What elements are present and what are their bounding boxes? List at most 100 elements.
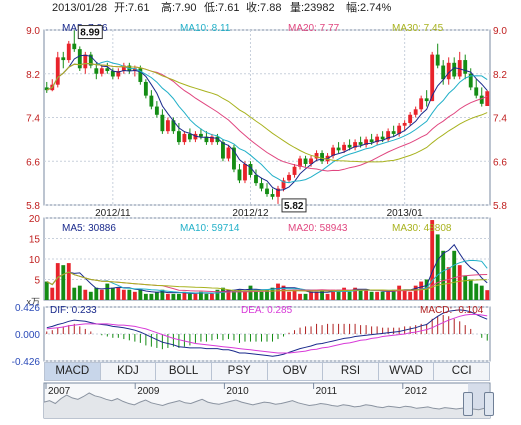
header-open: 开:7.61 [114, 2, 149, 14]
candle-body [226, 147, 231, 159]
volume-bar [375, 291, 380, 300]
volume-bar [408, 291, 413, 300]
candle-body [287, 174, 291, 181]
navigator-year: 2009 [137, 386, 160, 397]
candle-body [66, 43, 71, 61]
candle-body [485, 91, 490, 107]
volume-tick: 20 [29, 214, 41, 225]
volume-bar [143, 293, 148, 300]
volume-bar [138, 289, 143, 300]
volume-bar [88, 291, 93, 300]
tab-wvad[interactable]: WVAD [378, 362, 435, 381]
tab-macd[interactable]: MACD [44, 362, 101, 381]
macd-tick: -0.426 [12, 357, 41, 368]
volume-bar [463, 275, 468, 300]
volume-legend-ma5: MA5: 30886 [62, 223, 116, 234]
volume-bar [309, 291, 313, 300]
volume-bar [419, 281, 424, 300]
volume-bar [160, 289, 165, 300]
candle-body [336, 147, 341, 151]
volume-bar [132, 291, 137, 300]
tab-psy[interactable]: PSY [211, 362, 268, 381]
volume-bar [479, 285, 484, 300]
volume-bar [276, 283, 280, 300]
candle-body [105, 68, 110, 72]
candle-body [402, 122, 407, 126]
volume-tick: 10 [29, 255, 41, 266]
candle-body [419, 98, 424, 110]
volume-bar [364, 289, 369, 300]
tab-cci[interactable]: CCI [434, 362, 490, 381]
price-panel-frame [43, 29, 491, 206]
volume-bar [303, 293, 308, 300]
candle-body [347, 144, 352, 148]
volume-bar [204, 293, 209, 300]
price-tick-left: 6.6 [26, 157, 40, 168]
volume-bar [435, 234, 440, 300]
navigator-right-handle[interactable] [484, 392, 494, 416]
candle-body [221, 142, 225, 159]
candle-body [165, 120, 170, 132]
navigator-year: 2007 [48, 386, 71, 397]
candle-body [77, 49, 82, 69]
volume-bar [474, 283, 479, 300]
candle-body [176, 131, 181, 143]
volume-bar [193, 293, 198, 300]
volume-bar [243, 291, 247, 300]
volume-bar [187, 293, 192, 300]
volume-bar [468, 279, 473, 300]
price-tick-right: 5.8 [493, 201, 507, 212]
tab-rsi[interactable]: RSI [323, 362, 379, 381]
candle-body [99, 68, 104, 74]
price-tick-right: 6.6 [493, 157, 507, 168]
candle-body [441, 65, 446, 80]
volume-bar [94, 287, 99, 300]
tab-kdj[interactable]: KDJ [100, 362, 157, 381]
header-close: 收:7.88 [246, 0, 281, 14]
candle-body [265, 188, 269, 195]
header-change: 幅:2.74% [346, 1, 391, 14]
volume-bar [452, 250, 457, 300]
volume-bar [116, 287, 121, 300]
price-legend-ma10: MA10: 8.11 [180, 23, 231, 34]
candle-body [479, 95, 484, 104]
candle-body [154, 106, 159, 115]
tab-obv[interactable]: OBV [267, 362, 324, 381]
candle-body [143, 81, 148, 96]
volume-bar [380, 291, 385, 300]
macd-tick: 0.426 [15, 303, 40, 314]
header-high: 高:7.90 [161, 0, 196, 14]
candle-body [110, 71, 115, 77]
volume-tick: 15 [29, 235, 41, 246]
candle-body [182, 133, 187, 143]
volume-bar [105, 283, 110, 300]
volume-bar [347, 291, 352, 300]
macd-tick: 0.000 [15, 330, 40, 341]
tab-boll[interactable]: BOLL [156, 362, 212, 381]
candle-body [149, 95, 154, 107]
candle-body [474, 87, 479, 96]
volume-bar [77, 285, 82, 300]
volume-bar [457, 265, 462, 300]
volume-bar [248, 285, 253, 300]
candle-body [160, 114, 165, 132]
volume-bar [210, 293, 214, 300]
candle-body [303, 158, 308, 164]
volume-legend-ma10: MA10: 59714 [180, 223, 240, 234]
price-tick-right: 7.4 [493, 114, 507, 125]
candle-body [237, 169, 242, 181]
candle-body [320, 153, 324, 162]
volume-bar [110, 287, 115, 300]
navigator-left-handle[interactable] [463, 392, 473, 416]
dif-label: DIF: 0.233 [50, 305, 97, 316]
volume-legend-ma30: MA30: 48808 [392, 223, 452, 234]
volume-bar [259, 291, 264, 300]
candle-body [413, 109, 418, 115]
volume-bar [149, 293, 154, 300]
candle-body [369, 139, 374, 143]
date-tick: 2012/12 [232, 208, 269, 219]
price-legend-ma30: MA30: 7.45 [392, 23, 444, 34]
candle-body [198, 133, 203, 137]
volume-bar [44, 281, 49, 300]
volume-bar [127, 289, 132, 300]
